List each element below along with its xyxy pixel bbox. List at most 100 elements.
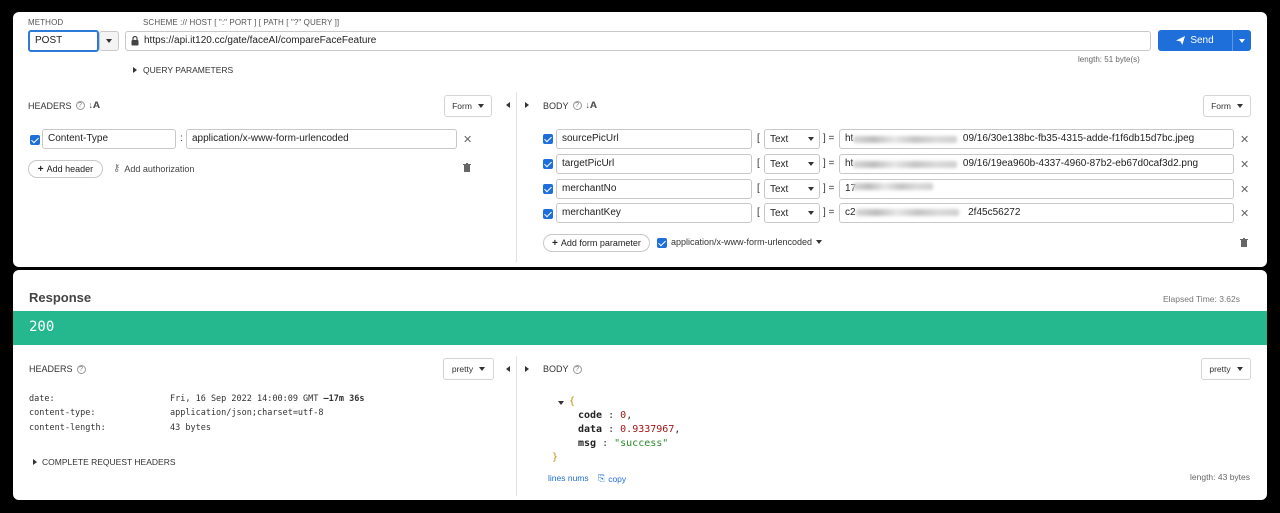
json-key: msg xyxy=(578,438,597,449)
method-label: METHOD xyxy=(28,18,64,27)
header-value-input[interactable]: application/x-www-form-urlencoded xyxy=(186,129,457,149)
send-options-button[interactable] xyxy=(1232,30,1251,51)
param-name-input[interactable]: merchantKey xyxy=(556,203,752,223)
json-value: 0.9337967 xyxy=(620,424,675,435)
collapse-left-icon[interactable] xyxy=(506,102,510,108)
encoding-label: application/x-www-form-urlencoded xyxy=(671,237,813,247)
query-parameters-label: QUERY PARAMETERS xyxy=(143,65,234,75)
chevron-right-icon xyxy=(33,459,37,465)
collapse-right-icon[interactable] xyxy=(525,102,529,108)
param-type-label: Text xyxy=(770,133,789,145)
chevron-down-icon xyxy=(477,104,484,108)
panel-divider xyxy=(516,356,517,496)
param-type-select[interactable]: Text xyxy=(764,154,820,174)
param-name-input[interactable]: sourcePicUrl xyxy=(556,129,752,149)
param-enabled-checkbox[interactable] xyxy=(543,159,553,169)
add-authorization-link[interactable]: ⚷ Add authorization xyxy=(113,163,194,174)
chevron-down-icon xyxy=(808,187,814,191)
status-bar: 200 xyxy=(13,311,1267,345)
date-relative: –17m 36s xyxy=(323,394,365,404)
query-parameters-toggle[interactable]: QUERY PARAMETERS xyxy=(133,65,233,75)
encoding-select[interactable]: application/x-www-form-urlencoded xyxy=(671,237,823,247)
json-field: code : 0, xyxy=(578,410,633,421)
lines-nums-link[interactable]: lines nums xyxy=(548,473,589,483)
param-type-select[interactable]: Text xyxy=(764,179,820,199)
chevron-down-icon xyxy=(106,39,112,43)
param-enabled-checkbox[interactable] xyxy=(543,184,553,194)
response-title: Response xyxy=(29,290,92,305)
date-value: Fri, 16 Sep 2022 14:00:09 GMT xyxy=(170,394,319,404)
chevron-down-icon xyxy=(479,367,486,371)
method-dropdown-button[interactable] xyxy=(99,31,119,51)
headers-title: HEADERS xyxy=(29,364,73,374)
key-icon: ⚷ xyxy=(113,163,121,174)
response-header-value: 43 bytes xyxy=(170,423,211,433)
trash-icon[interactable] xyxy=(1240,238,1248,247)
response-header-value: Fri, 16 Sep 2022 14:00:09 GMT –17m 36s xyxy=(170,394,364,404)
header-enabled-checkbox[interactable] xyxy=(30,135,40,145)
remove-param-icon[interactable]: ✕ xyxy=(1240,158,1249,171)
param-value-suffix: 2f45c56272 xyxy=(968,207,1021,218)
json-value: "success" xyxy=(614,438,669,449)
send-button[interactable]: Send xyxy=(1158,30,1232,51)
bracket-close-eq: ] = xyxy=(823,183,835,194)
remove-param-icon[interactable]: ✕ xyxy=(1240,207,1249,220)
trash-icon[interactable] xyxy=(463,163,471,172)
remove-param-icon[interactable]: ✕ xyxy=(1240,183,1249,196)
lock-icon xyxy=(131,36,139,46)
bracket-open: [ xyxy=(757,183,760,194)
response-panel: Response Elapsed Time: 3.62s 200 HEADERS… xyxy=(13,270,1267,500)
plus-icon: + xyxy=(37,163,44,175)
elapsed-time: Elapsed Time: 3.62s xyxy=(1163,294,1241,304)
response-header-value: application/json;charset=utf-8 xyxy=(170,408,324,418)
param-enabled-checkbox[interactable] xyxy=(543,209,553,219)
json-value: 0 xyxy=(620,410,627,421)
redacted-blur xyxy=(853,183,933,190)
response-headers-format-select[interactable]: pretty xyxy=(443,358,494,380)
headers-format-select[interactable]: Form xyxy=(444,95,492,117)
collapse-left-icon[interactable] xyxy=(506,366,510,372)
param-type-select[interactable]: Text xyxy=(764,203,820,223)
response-body-format-select[interactable]: pretty xyxy=(1201,358,1251,380)
remove-param-icon[interactable]: ✕ xyxy=(1240,133,1249,146)
redacted-blur xyxy=(856,209,959,216)
remove-header-icon[interactable]: ✕ xyxy=(463,133,472,146)
collapse-right-icon[interactable] xyxy=(525,366,529,372)
sort-icon[interactable]: ↓𝗔 xyxy=(586,100,597,111)
json-field: msg : "success" xyxy=(578,438,669,449)
encoding-checkbox[interactable] xyxy=(657,238,667,248)
chevron-down-icon xyxy=(816,240,823,244)
param-type-label: Text xyxy=(770,183,789,195)
request-headers-title: HEADERS ? ↓𝗔 xyxy=(28,100,100,111)
param-type-select[interactable]: Text xyxy=(764,129,820,149)
redacted-blur xyxy=(853,136,957,143)
info-icon: ? xyxy=(572,101,582,110)
add-header-button[interactable]: + Add header xyxy=(28,160,103,178)
chevron-down-icon xyxy=(808,137,814,141)
param-name-input[interactable]: targetPicUrl xyxy=(556,154,752,174)
send-label: Send xyxy=(1190,35,1214,46)
method-select[interactable]: POST xyxy=(28,30,99,52)
response-body-length: length: 43 bytes xyxy=(1190,472,1251,482)
url-input[interactable]: https://api.it120.cc/gate/faceAI/compare… xyxy=(125,31,1151,51)
body-title: BODY xyxy=(543,100,569,111)
chevron-right-icon xyxy=(133,67,137,73)
request-body-title: BODY ? ↓𝗔 xyxy=(543,100,597,111)
header-name-input[interactable]: Content-Type xyxy=(42,129,176,149)
complete-request-headers-toggle[interactable]: COMPLETE REQUEST HEADERS xyxy=(33,457,176,467)
sort-icon[interactable]: ↓𝗔 xyxy=(89,100,100,111)
json-collapse-icon[interactable] xyxy=(558,401,564,405)
copy-link[interactable]: ⎘ copy xyxy=(598,473,626,484)
url-hint: SCHEME :// HOST [ ":" PORT ] [ PATH [ "?… xyxy=(143,18,340,27)
info-icon: ? xyxy=(76,364,86,374)
headers-format-label: pretty xyxy=(451,364,474,374)
add-form-parameter-button[interactable]: + Add form parameter xyxy=(543,234,650,252)
param-type-label: Text xyxy=(770,207,789,219)
copy-icon: ⎘ xyxy=(598,473,606,483)
body-format-select[interactable]: Form xyxy=(1203,95,1251,117)
json-key: data xyxy=(578,424,603,435)
param-name-input[interactable]: merchantNo xyxy=(556,179,752,199)
bracket-open: [ xyxy=(757,158,760,169)
param-enabled-checkbox[interactable] xyxy=(543,134,553,144)
json-field: data : 0.9337967, xyxy=(578,424,681,435)
